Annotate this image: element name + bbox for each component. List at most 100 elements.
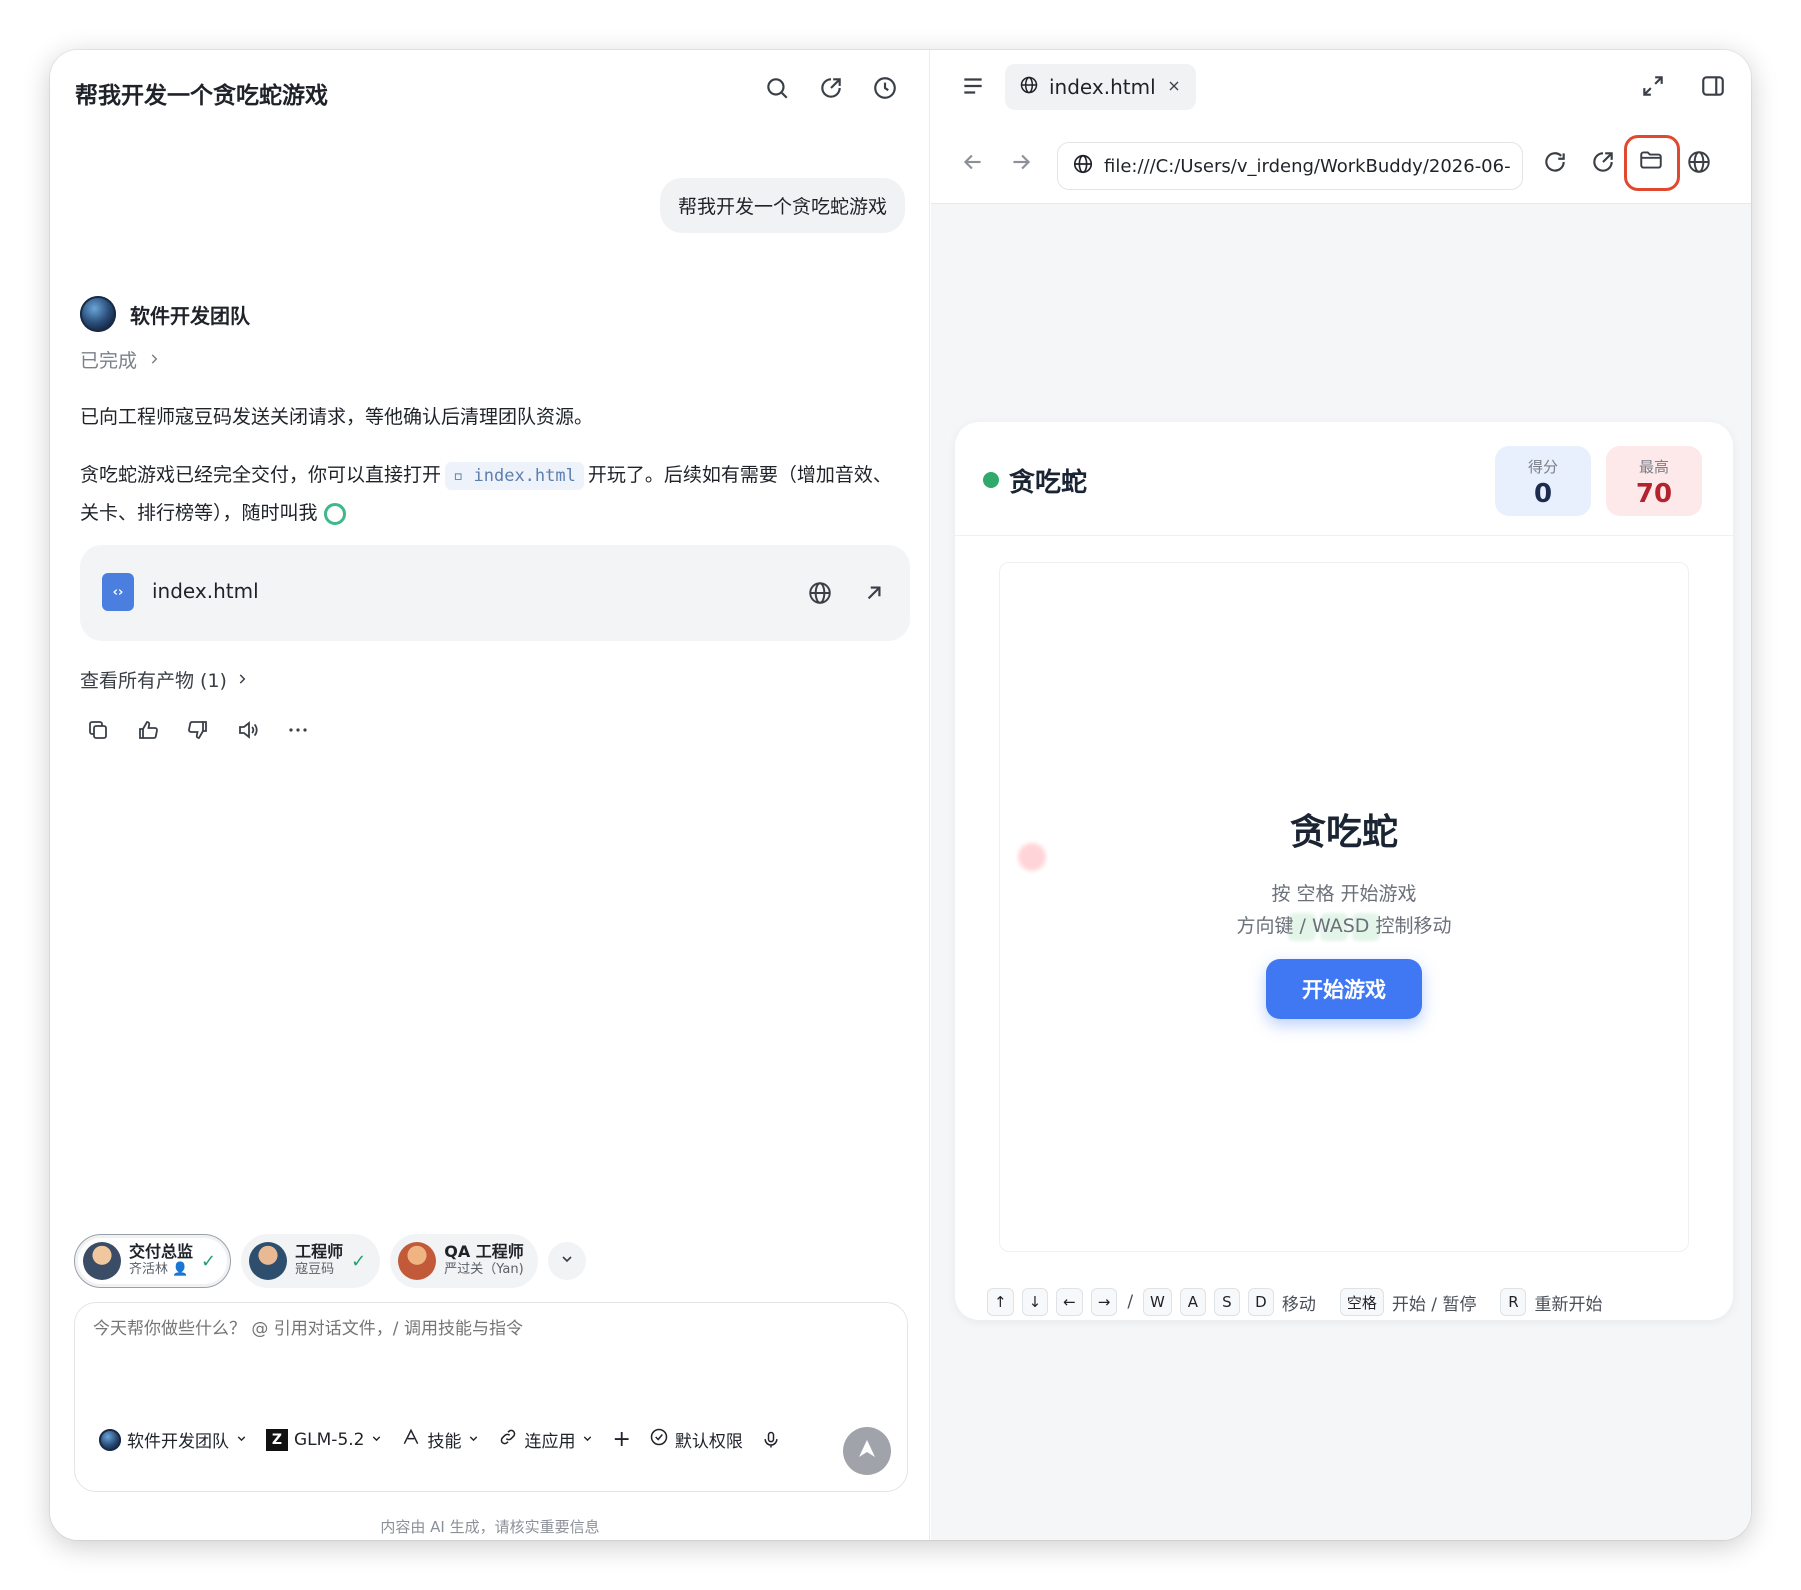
status-dot xyxy=(983,472,999,488)
controls-legend: ↑ ↓ ← → / W A S D 移动 空格 开始 / 暂停 R 重新开始 xyxy=(987,1288,1602,1316)
file-ref-name: index.html xyxy=(473,466,576,486)
message-paragraph-1: 已向工程师寇豆码发送关闭请求，等他确认后清理团队资源。 xyxy=(80,406,594,428)
avatar xyxy=(249,1242,288,1280)
chip-title: 交付总监 xyxy=(129,1242,194,1261)
team-member-chips: 交付总监 齐活林 👤 ✓ 工程师 寇豆码 ✓ QA 工程师 严过关（Yan) xyxy=(74,1234,586,1288)
forward-arrow-icon[interactable] xyxy=(1007,148,1035,176)
member-chip-qa-engineer[interactable]: QA 工程师 严过关（Yan) xyxy=(390,1234,538,1288)
share-icon[interactable] xyxy=(1589,148,1617,176)
file-reference-chip[interactable]: ▫ index.html xyxy=(445,462,584,490)
tabbar-actions xyxy=(1639,72,1727,100)
history-icon[interactable] xyxy=(871,74,899,102)
team-avatar xyxy=(80,296,116,332)
person-icon: 👤 xyxy=(172,1262,189,1277)
input-toolbar: 软件开发团队 Z GLM-5.2 技能 连应用 + 默认权限 xyxy=(99,1427,781,1452)
link-icon xyxy=(498,1427,518,1452)
microphone-icon[interactable] xyxy=(761,1430,781,1450)
check-icon: ✓ xyxy=(201,1250,217,1272)
team-selector[interactable]: 软件开发团队 xyxy=(99,1427,248,1452)
best-score-value: 70 xyxy=(1635,479,1673,509)
expand-icon[interactable] xyxy=(1639,72,1667,100)
send-button[interactable] xyxy=(843,1427,891,1475)
app-window: 帮我开发一个贪吃蛇游戏 帮我开发一个贪吃蛇游戏 软件开发团队 已完成 已向工程师… xyxy=(50,50,1751,1540)
share-icon[interactable] xyxy=(817,74,845,102)
html-file-icon: ‹› xyxy=(102,573,134,611)
chevron-down-icon xyxy=(235,1430,248,1450)
expand-members-button[interactable] xyxy=(547,1242,586,1280)
add-icon[interactable]: + xyxy=(612,1427,630,1452)
best-score-label: 最高 xyxy=(1638,458,1669,476)
view-all-artifacts-link[interactable]: 查看所有产物 (1) xyxy=(80,666,249,693)
score-label: 得分 xyxy=(1527,458,1558,476)
menu-icon[interactable] xyxy=(959,72,987,100)
chat-input[interactable] xyxy=(93,1319,873,1339)
thumbs-down-icon[interactable] xyxy=(184,716,212,744)
back-arrow-icon[interactable] xyxy=(959,148,987,176)
status-toggle[interactable]: 已完成 xyxy=(80,346,161,373)
start-game-button[interactable]: 开始游戏 xyxy=(1266,959,1422,1019)
reload-icon[interactable] xyxy=(1541,148,1569,176)
artifacts-label: 查看所有产物 (1) xyxy=(80,670,227,692)
message-paragraph-2: 贪吃蛇游戏已经完全交付，你可以直接打开 ▫ index.html 开玩了。后续如有需… xyxy=(80,456,900,532)
sidebar-toggle-icon[interactable] xyxy=(1699,72,1727,100)
check-icon: ✓ xyxy=(351,1250,367,1272)
shield-check-icon xyxy=(649,1427,669,1452)
external-link-arrow-icon[interactable] xyxy=(860,579,888,607)
snake-game-card: 贪吃蛇 得分 0 最高 70 贪吃蛇 按 空格 开始游戏 方向键 / WASD … xyxy=(955,422,1733,1320)
chip-subtitle: 寇豆码 xyxy=(295,1262,335,1277)
game-header: 贪吃蛇 得分 0 最高 70 xyxy=(955,422,1733,536)
chevron-down-icon xyxy=(467,1430,480,1450)
highlight-ring xyxy=(1624,135,1680,191)
model-selector[interactable]: Z GLM-5.2 xyxy=(266,1428,383,1451)
overlay-instruction-1: 按 空格 开始游戏 xyxy=(1271,883,1417,905)
chip-text: QA 工程师 严过关（Yan) xyxy=(444,1243,524,1279)
permission-selector[interactable]: 默认权限 xyxy=(649,1427,743,1452)
thumbs-up-icon[interactable] xyxy=(134,716,162,744)
chevron-down-icon xyxy=(581,1430,594,1450)
smile-emoji-icon xyxy=(323,502,346,525)
model-selector-label: GLM-5.2 xyxy=(294,1429,365,1450)
key-down: ↓ xyxy=(1021,1288,1049,1316)
message-actions xyxy=(84,716,312,744)
key-left: ← xyxy=(1056,1288,1083,1316)
key-separator: / xyxy=(1127,1292,1134,1312)
para2-text-before: 贪吃蛇游戏已经完全交付，你可以直接打开 xyxy=(80,464,442,486)
send-arrow-icon xyxy=(855,1437,879,1465)
chip-text: 交付总监 齐活林 👤 xyxy=(129,1243,193,1279)
start-pause-label: 开始 / 暂停 xyxy=(1391,1294,1477,1315)
member-chip-delivery-director[interactable]: 交付总监 齐活林 👤 ✓ xyxy=(74,1234,232,1288)
chevron-right-icon xyxy=(235,669,249,691)
browser-panel: index.html file:///C:/Users/v_irdeng/Wor… xyxy=(931,50,1751,1540)
agent-name: 软件开发团队 xyxy=(130,303,250,328)
zhipu-logo-icon: Z xyxy=(266,1428,288,1451)
copy-icon[interactable] xyxy=(84,716,112,744)
file-card-actions xyxy=(806,579,888,607)
avatar xyxy=(83,1242,121,1280)
more-icon[interactable] xyxy=(284,716,312,744)
key-space: 空格 xyxy=(1339,1288,1384,1316)
tab-index-html[interactable]: index.html xyxy=(1005,64,1196,110)
globe-icon[interactable] xyxy=(1685,148,1713,176)
nav-buttons xyxy=(959,148,1035,176)
file-card[interactable]: ‹› index.html xyxy=(80,545,910,641)
url-text: file:///C:/Users/v_irdeng/WorkBuddy/2026… xyxy=(1104,155,1511,177)
chat-input-box: 软件开发团队 Z GLM-5.2 技能 连应用 xyxy=(74,1302,908,1492)
url-field[interactable]: file:///C:/Users/v_irdeng/WorkBuddy/2026… xyxy=(1057,142,1523,190)
game-board[interactable]: 贪吃蛇 按 空格 开始游戏 方向键 / WASD 控制移动 开始游戏 xyxy=(999,562,1689,1252)
search-icon[interactable] xyxy=(763,74,791,102)
key-r: R xyxy=(1500,1288,1527,1316)
skills-selector[interactable]: 技能 xyxy=(401,1427,480,1452)
member-chip-engineer[interactable]: 工程师 寇豆码 ✓ xyxy=(241,1234,381,1288)
globe-icon xyxy=(1019,75,1039,100)
agent-header: 软件开发团队 xyxy=(80,296,250,332)
file-card-name: index.html xyxy=(152,579,259,603)
avatar xyxy=(398,1242,437,1280)
connect-apps-selector[interactable]: 连应用 xyxy=(498,1427,594,1452)
open-in-browser-globe-icon[interactable] xyxy=(806,579,834,607)
tab-bar: index.html xyxy=(931,50,1751,128)
speaker-icon[interactable] xyxy=(234,716,262,744)
open-folder-button[interactable] xyxy=(1624,135,1680,191)
chip-subtitle: 严过关（Yan) xyxy=(444,1262,524,1277)
chip-subtitle-text: 齐活林 xyxy=(129,1262,169,1277)
close-icon[interactable] xyxy=(1166,75,1182,99)
